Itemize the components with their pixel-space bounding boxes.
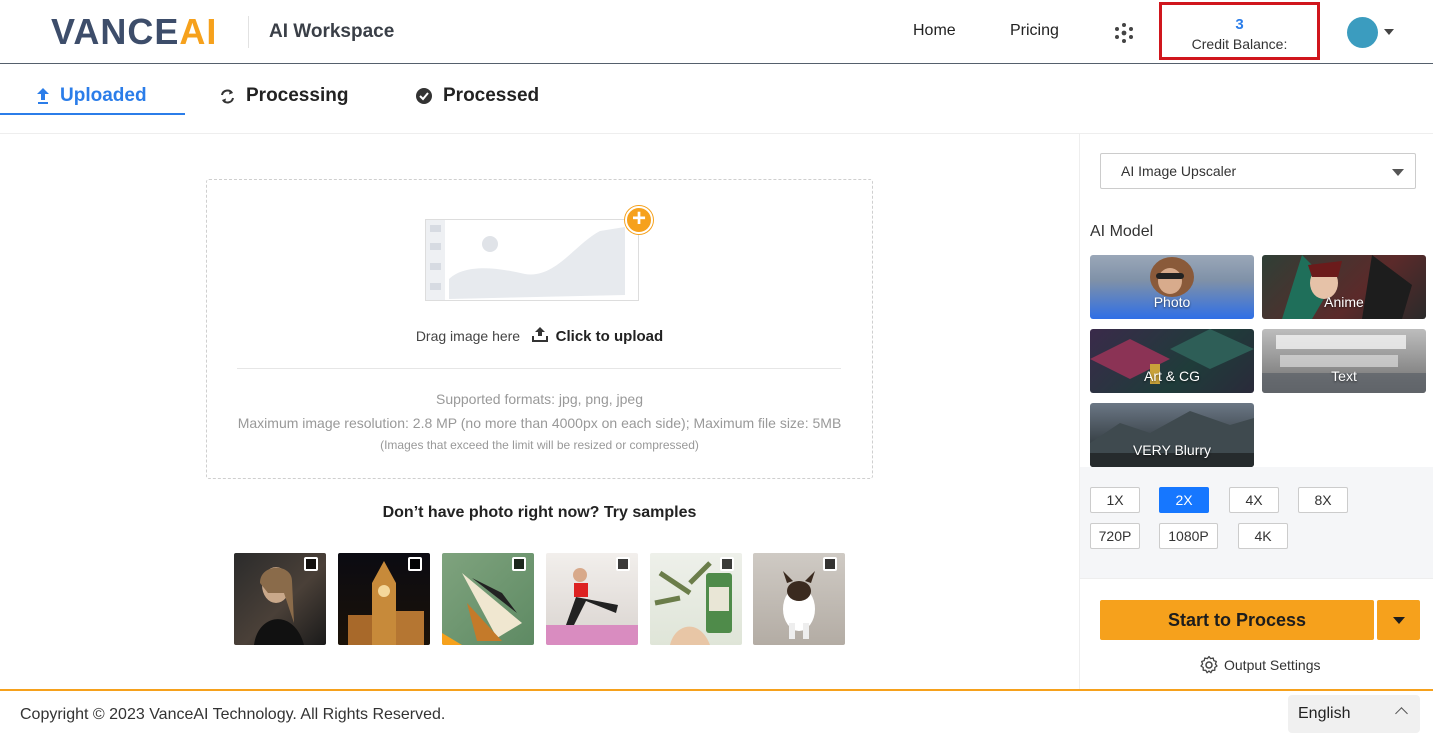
nav-home-link[interactable]: Home [913, 22, 956, 40]
upload-arrow-icon [37, 88, 49, 104]
scale-8x-button[interactable]: 8X [1298, 487, 1348, 513]
sample-thumb-dog[interactable] [753, 553, 845, 645]
scale-2x-button[interactable]: 2X [1159, 487, 1209, 513]
model-text-label: Text [1331, 368, 1357, 384]
sample-thumb-clock-tower[interactable] [338, 553, 430, 645]
upload-divider [237, 368, 841, 369]
logo-ai-text: AI [179, 11, 218, 52]
language-value: English [1298, 705, 1351, 722]
upload-tray-icon [531, 327, 548, 342]
gear-icon [1200, 655, 1218, 674]
refresh-icon [221, 89, 234, 103]
resize-note-text: (Images that exceed the limit will be re… [380, 438, 699, 452]
language-select[interactable]: English [1288, 695, 1420, 733]
sample-thumb-portrait[interactable] [234, 553, 326, 645]
add-image-plus-icon[interactable]: + [625, 206, 653, 234]
drag-upload-row: Drag image here Click to upload [207, 326, 872, 345]
supported-formats-text: Supported formats: jpg, png, jpeg [435, 391, 644, 407]
output-settings-label: Output Settings [1224, 657, 1321, 673]
model-tile-art-cg[interactable]: Art & CG [1090, 329, 1254, 393]
tool-select-value: AI Image Upscaler [1121, 163, 1237, 179]
status-tabs: Uploaded Processing Processed [0, 64, 1433, 134]
scale-1x-button[interactable]: 1X [1090, 487, 1140, 513]
scale-720p-button[interactable]: 720P [1090, 523, 1140, 549]
copyright-text: Copyright © 2023 VanceAI Technology. All… [20, 706, 446, 723]
select-caret-icon [1392, 169, 1404, 176]
upload-dropzone[interactable]: + Drag image here Click to upload Suppor… [206, 179, 873, 479]
tab-processed[interactable]: Processed [415, 78, 539, 114]
scale-4x-button[interactable]: 4X [1229, 487, 1279, 513]
credit-balance-value: 3 [1235, 16, 1244, 33]
model-anime-label: Anime [1324, 294, 1364, 310]
vanceai-logo[interactable]: VANCEAI [51, 13, 217, 51]
model-tile-photo[interactable]: Photo [1090, 255, 1254, 319]
sample-checkbox[interactable] [512, 557, 526, 571]
output-settings-link[interactable]: Output Settings [1199, 655, 1321, 675]
sample-thumb-butterfly[interactable] [442, 553, 534, 645]
model-art-cg-label: Art & CG [1143, 368, 1200, 384]
top-header: VANCEAI AI Workspace Home Pricing 3 Cred… [0, 0, 1433, 64]
scale-1080p-button[interactable]: 1080P [1159, 523, 1218, 549]
scale-options: 1X 2X 4X 8X 720P 1080P 4K [1080, 467, 1433, 579]
start-process-button[interactable]: Start to Process [1100, 600, 1374, 640]
sample-thumb-yoga[interactable] [546, 553, 638, 645]
model-tile-text[interactable]: Text [1262, 329, 1426, 393]
logo-vance-text: VANCE [51, 11, 180, 52]
active-tab-underline [0, 113, 185, 115]
samples-title: Don’t have photo right now? Try samples [382, 504, 697, 521]
drag-text: Drag image here [415, 328, 521, 344]
click-to-upload-link[interactable]: Click to upload [556, 328, 664, 345]
model-very-blurry-label: VERY Blurry [1132, 442, 1212, 458]
credit-balance-box[interactable]: 3 Credit Balance: [1159, 2, 1320, 60]
sample-thumb-bottle[interactable] [650, 553, 742, 645]
image-placeholder-icon [425, 219, 639, 301]
model-photo-label: Photo [1153, 294, 1191, 310]
start-process-dropdown[interactable] [1377, 600, 1420, 640]
credit-balance-label: Credit Balance: [1191, 36, 1288, 52]
chevron-down-icon [1393, 617, 1405, 624]
sample-checkbox[interactable] [823, 557, 837, 571]
settings-panel: AI Image Upscaler AI Model Photo Anime A… [1079, 134, 1433, 689]
nav-pricing-link[interactable]: Pricing [1010, 22, 1059, 40]
tab-uploaded-label: Uploaded [60, 85, 147, 106]
tab-uploaded[interactable]: Uploaded [36, 78, 147, 114]
sample-checkbox[interactable] [616, 557, 630, 571]
apps-grid-icon[interactable] [1113, 22, 1135, 44]
check-circle-icon [416, 88, 432, 104]
chevron-up-icon [1395, 707, 1408, 720]
sample-checkbox[interactable] [720, 557, 734, 571]
tool-select[interactable]: AI Image Upscaler [1100, 153, 1416, 189]
max-resolution-text: Maximum image resolution: 2.8 MP (no mor… [237, 415, 842, 431]
footer: Copyright © 2023 VanceAI Technology. All… [0, 689, 1433, 737]
tab-processed-label: Processed [443, 85, 540, 106]
scale-4k-button[interactable]: 4K [1238, 523, 1288, 549]
sample-checkbox[interactable] [304, 557, 318, 571]
user-avatar[interactable] [1347, 17, 1378, 48]
workspace-title: AI Workspace [269, 21, 395, 42]
logo-divider [248, 16, 249, 48]
tab-processing-label: Processing [246, 85, 349, 106]
model-tile-anime[interactable]: Anime [1262, 255, 1426, 319]
model-tile-very-blurry[interactable]: VERY Blurry [1090, 403, 1254, 467]
tab-processing[interactable]: Processing [219, 78, 348, 114]
sample-checkbox[interactable] [408, 557, 422, 571]
avatar-dropdown-icon[interactable] [1384, 29, 1394, 35]
ai-model-label: AI Model [1090, 223, 1154, 240]
